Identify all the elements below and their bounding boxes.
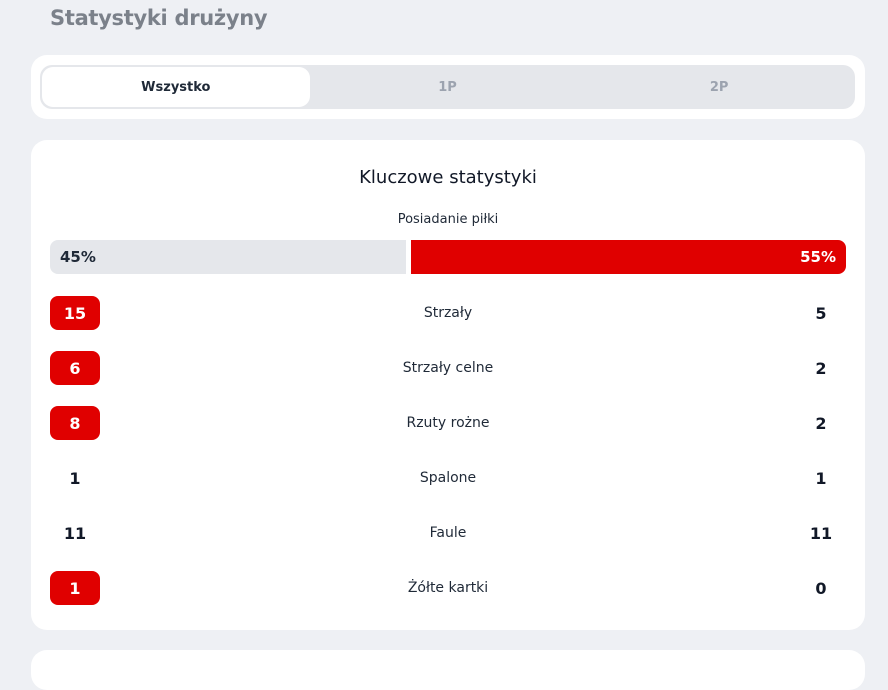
tab-first-half[interactable]: 1P: [314, 67, 582, 107]
stat-row-fouls: 11 Faule 11: [50, 515, 846, 551]
possession-away: 55%: [410, 240, 846, 274]
possession-home: 45%: [50, 240, 406, 274]
away-value: 2: [815, 358, 827, 378]
period-tabs: Wszystko 1P 2P: [40, 65, 855, 109]
away-value: 1: [815, 468, 827, 488]
key-stats-card: Kluczowe statystyki Posiadanie piłki 45%…: [31, 140, 865, 630]
home-value: 1: [50, 571, 100, 605]
stat-label: Spalone: [419, 470, 477, 486]
stat-label: Żółte kartki: [407, 580, 489, 596]
stat-row-shots: 15 Strzały 5: [50, 295, 846, 331]
possession-bar: 45% 55%: [50, 240, 846, 274]
stat-row-offsides: 1 Spalone 1: [50, 460, 846, 496]
stat-row-yellow-cards: 1 Żółte kartki 0: [50, 570, 846, 606]
section-title: Kluczowe statystyki: [359, 167, 537, 188]
tab-all[interactable]: Wszystko: [42, 67, 310, 107]
away-value: 2: [815, 413, 827, 433]
home-value: 6: [50, 351, 100, 385]
away-value: 0: [815, 578, 827, 598]
tab-second-half[interactable]: 2P: [585, 67, 853, 107]
stat-row-corners: 8 Rzuty rożne 2: [50, 405, 846, 441]
stat-row-shots-on-target: 6 Strzały celne 2: [50, 350, 846, 386]
stat-label: Rzuty rożne: [406, 415, 490, 431]
page-title: Statystyki drużyny: [50, 6, 268, 30]
stat-label: Strzały celne: [402, 360, 494, 376]
home-value: 11: [63, 523, 87, 543]
home-value: 1: [69, 468, 81, 488]
home-value: 8: [50, 406, 100, 440]
stat-label: Faule: [429, 525, 467, 541]
possession-label: Posiadanie piłki: [397, 212, 499, 227]
away-value: 5: [815, 303, 827, 323]
home-value: 15: [50, 296, 100, 330]
next-card: [31, 650, 865, 690]
period-tabs-card: Wszystko 1P 2P: [31, 55, 865, 119]
stat-label: Strzały: [423, 305, 473, 321]
away-value: 11: [809, 523, 833, 543]
